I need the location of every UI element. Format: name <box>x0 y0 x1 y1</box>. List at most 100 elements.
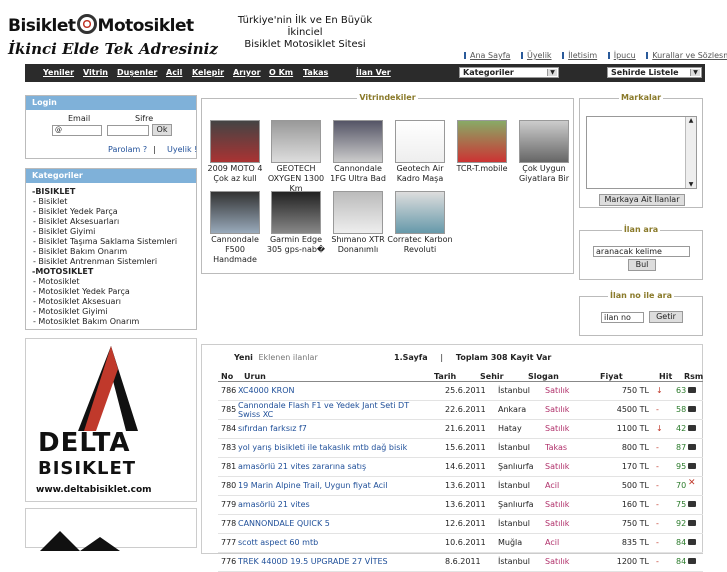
category-item[interactable]: - Motosiklet Giyimi <box>33 307 108 317</box>
product-link[interactable]: amasörlü 21 vites <box>238 500 430 509</box>
table-row[interactable]: 776 TREK 4400D 19.5 UPGRADE 27 VİTES 8.6.2… <box>218 553 703 572</box>
top-link-membership[interactable]: Üyelik <box>520 51 552 60</box>
column-header[interactable]: Slogan <box>528 372 559 381</box>
product-link[interactable]: 19 Marin Alpine Trail, Uygun fiyat Acil <box>238 481 430 490</box>
scroll-down-icon[interactable]: ▼ <box>686 181 696 188</box>
camera-icon[interactable] <box>688 406 696 412</box>
category-item[interactable]: - Motosiklet Bakım Onarım <box>33 317 139 327</box>
category-item[interactable]: -MOTOSIKLET <box>32 267 93 277</box>
camera-icon[interactable] <box>688 539 696 545</box>
showcase-caption[interactable]: TCR-T.mobile <box>449 164 515 174</box>
product-link[interactable]: yol yarış bisikleti ile takaslık mtb dağ… <box>238 443 430 452</box>
showcase-thumbnail[interactable] <box>210 120 260 163</box>
nav-price-drops[interactable]: Duşenler <box>117 68 157 77</box>
search-button[interactable]: Bul <box>628 259 656 271</box>
nav-urgent[interactable]: Acil <box>166 68 182 77</box>
camera-icon[interactable] <box>688 463 696 469</box>
category-item[interactable]: - Bisiklet <box>33 197 67 207</box>
showcase-caption[interactable]: 2009 MOTO 4 Çok az kull <box>202 164 268 184</box>
nav-trade[interactable]: Takas <box>303 68 328 77</box>
showcase-caption[interactable]: Shımano XTR Donanımlı <box>325 235 391 255</box>
city-select[interactable]: Sehirde Listele ▼ <box>607 67 702 78</box>
nav-bargain[interactable]: Kelepir <box>192 68 224 77</box>
category-item[interactable]: - Bisiklet Taşıma Saklama Sistemleri <box>33 237 177 247</box>
table-row[interactable]: 784 sıfırdan farksız f7 21.6.2011 Hatay Satı… <box>218 420 703 439</box>
top-link-rules[interactable]: Kurallar ve Sözlesme <box>646 51 727 60</box>
showcase-caption[interactable]: Garmin Edge 305 gps-nab� <box>263 235 329 255</box>
top-link-home[interactable]: Ana Sayfa <box>464 51 510 60</box>
forgot-password-link[interactable]: Parolam ? <box>108 145 147 154</box>
top-link-tips[interactable]: İpucu <box>607 51 636 60</box>
category-item[interactable]: - Bisiklet Giyimi <box>33 227 95 237</box>
table-row[interactable]: 780 19 Marin Alpine Trail, Uygun fiyat Ac… <box>218 477 703 496</box>
column-header[interactable]: Hit <box>659 372 672 381</box>
category-item[interactable]: - Motosiklet Aksesuarı <box>33 297 121 307</box>
product-link[interactable]: TREK 4400D 19.5 UPGRADE 27 VİTES <box>238 557 430 566</box>
category-item[interactable]: - Motosiklet <box>33 277 80 287</box>
table-row[interactable]: 785 Cannondale Flash F1 ve Yedek Jant Set… <box>218 401 703 420</box>
product-link[interactable]: XC4000 KRON <box>238 386 430 395</box>
password-field[interactable] <box>107 125 149 136</box>
showcase-caption[interactable]: Corratec Karbon Revoluti <box>387 235 453 255</box>
product-link[interactable]: sıfırdan farksız f7 <box>238 424 430 433</box>
nav-wanted[interactable]: Arıyor <box>233 68 261 77</box>
nav-new[interactable]: Yeniler <box>43 68 74 77</box>
showcase-thumbnail[interactable] <box>519 120 569 163</box>
site-logo[interactable]: Bisiklet Motosiklet <box>8 14 194 36</box>
product-link[interactable]: amasörlü 21 vites zararına satış <box>238 462 430 471</box>
brands-scrollbar[interactable]: ▲ ▼ <box>685 117 696 188</box>
showcase-caption[interactable]: Geotech Air Kadro Maşa <box>387 164 453 184</box>
product-link[interactable]: CANNONDALE QUICK 5 <box>238 519 430 528</box>
login-ok-button[interactable]: Ok <box>152 124 172 136</box>
top-link-contact[interactable]: İletisim <box>562 51 597 60</box>
showcase-caption[interactable]: Cannondale F500 Handmade <box>202 235 268 265</box>
table-row[interactable]: 777 scott aspect 60 mtb 10.6.2011 Muğla Acil… <box>218 534 703 553</box>
showcase-thumbnail[interactable] <box>395 191 445 234</box>
fetch-ad-button[interactable]: Getir <box>649 311 683 323</box>
category-item[interactable]: - Bisiklet Antrenman Sistemleri <box>33 257 157 267</box>
table-row[interactable]: 781 amasörlü 21 vites zararına satış 14.6.… <box>218 458 703 477</box>
column-header[interactable]: Urun <box>244 372 266 381</box>
camera-icon[interactable] <box>688 520 696 526</box>
category-select[interactable]: Kategoriler ▼ <box>459 67 559 78</box>
showcase-caption[interactable]: GEOTECH OXYGEN 1300 Km <box>263 164 329 194</box>
showcase-thumbnail[interactable] <box>210 191 260 234</box>
ad-banner-2[interactable] <box>25 508 197 551</box>
table-row[interactable]: 786 XC4000 KRON 25.6.2011 İstanbul Satılık 75… <box>218 382 703 401</box>
brands-listbox[interactable]: ▲ ▼ <box>586 116 697 189</box>
showcase-caption[interactable]: Çok Uygun Giyatlara Bir <box>511 164 577 184</box>
no-photo-icon[interactable]: ✕ <box>688 478 696 488</box>
camera-icon[interactable] <box>688 444 696 450</box>
camera-icon[interactable] <box>688 558 696 564</box>
category-item[interactable]: - Bisiklet Aksesuarları <box>33 217 119 227</box>
showcase-thumbnail[interactable] <box>271 191 321 234</box>
category-item[interactable]: - Bisiklet Yedek Parça <box>33 207 118 217</box>
showcase-thumbnail[interactable] <box>271 120 321 163</box>
column-header[interactable]: Sehir <box>480 372 504 381</box>
column-header[interactable]: Fiyat <box>600 372 623 381</box>
showcase-thumbnail[interactable] <box>457 120 507 163</box>
product-link[interactable]: Cannondale Flash F1 ve Yedek Jant Seti D… <box>238 401 430 419</box>
showcase-thumbnail[interactable] <box>333 120 383 163</box>
column-header[interactable]: Rsm <box>684 372 703 381</box>
camera-icon[interactable] <box>688 501 696 507</box>
search-input[interactable]: aranacak kelime <box>593 246 690 257</box>
nav-post-ad[interactable]: İlan Ver <box>356 68 391 77</box>
nav-zero-km[interactable]: O Km <box>269 68 293 77</box>
column-header[interactable]: No <box>221 372 233 381</box>
category-item[interactable]: -BISIKLET <box>32 187 75 197</box>
product-link[interactable]: scott aspect 60 mtb <box>238 538 430 547</box>
table-row[interactable]: 778 CANNONDALE QUICK 5 12.6.2011 İstanbul Sa… <box>218 515 703 534</box>
category-item[interactable]: - Motosiklet Yedek Parça <box>33 287 130 297</box>
camera-icon[interactable] <box>688 387 696 393</box>
showcase-caption[interactable]: Cannondale 1FG Ultra Bad <box>325 164 391 184</box>
table-row[interactable]: 783 yol yarış bisikleti ile takaslık mtb … <box>218 439 703 458</box>
table-row[interactable]: 779 amasörlü 21 vites 13.6.2011 Şanlıurfa Sa… <box>218 496 703 515</box>
signup-link[interactable]: Uyelik ! <box>167 145 197 154</box>
nav-showcase[interactable]: Vitrin <box>83 68 108 77</box>
showcase-thumbnail[interactable] <box>333 191 383 234</box>
scroll-up-icon[interactable]: ▲ <box>686 117 696 124</box>
email-field[interactable]: @ <box>52 125 102 136</box>
ad-banner-delta[interactable]: DELTA BISIKLET www.deltabisiklet.com <box>25 338 197 502</box>
brand-ads-button[interactable]: Markaya Ait İlanlar <box>599 194 685 206</box>
